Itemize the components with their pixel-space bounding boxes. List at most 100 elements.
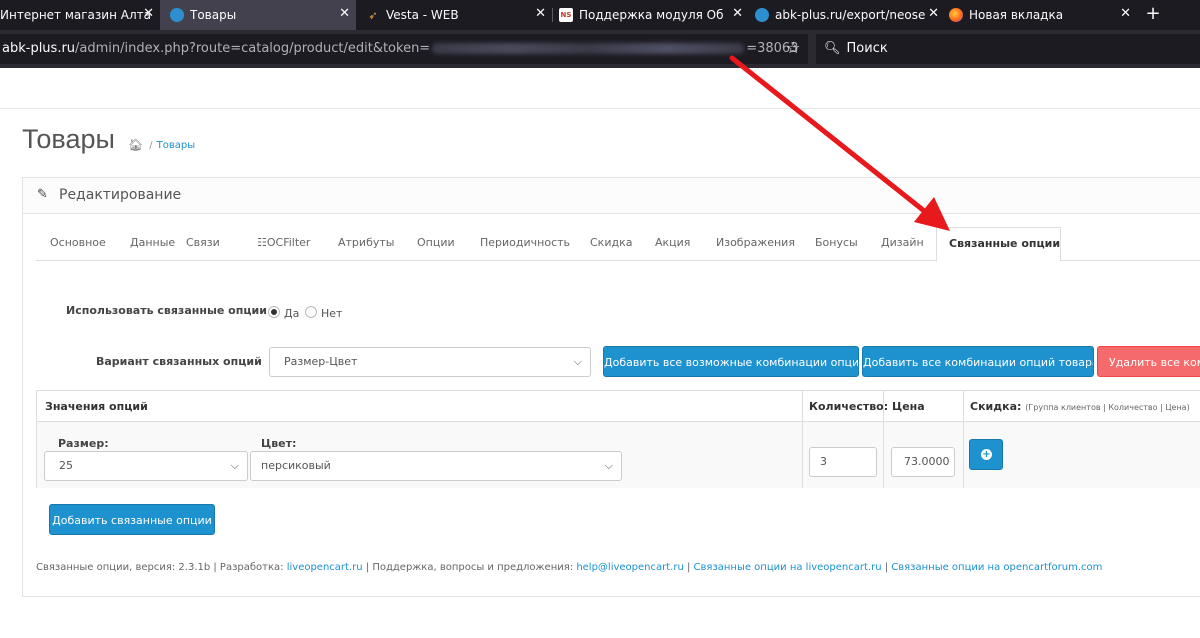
search-bar[interactable]: 🔍︎ Поиск [816, 34, 1200, 64]
pencil-icon: ✎ [37, 187, 48, 202]
dev-link[interactable]: liveopencart.ru [287, 562, 363, 573]
size-select[interactable]: 25 ⌵ [44, 451, 248, 481]
tab-discount[interactable]: Скидка [590, 236, 632, 249]
footer-separator: | [881, 562, 892, 573]
close-icon[interactable]: ✕ [1120, 7, 1131, 21]
tab-ocfilter-label: OCFilter [266, 236, 311, 249]
page-title: Товары [22, 124, 115, 154]
col-discount-note: (Группа клиентов | Количество | Цена) [1025, 403, 1190, 412]
col-divider [802, 391, 803, 488]
col-divider [883, 391, 884, 488]
search-placeholder: Поиск [846, 41, 888, 56]
browser-tab[interactable]: Новая вкладка ✕ [945, 0, 1137, 30]
browser-tab[interactable]: ➶ Vesta - WEB ✕ [356, 0, 552, 30]
radio-no[interactable] [305, 306, 317, 318]
size-select-value: 25 [59, 459, 73, 472]
chevron-down-icon: ⌵ [573, 355, 582, 368]
bookmark-star-icon[interactable]: ☆ [786, 38, 800, 57]
col-values-header: Значения опций [45, 400, 148, 413]
breadcrumb-separator: / [149, 139, 153, 151]
close-icon[interactable]: ✕ [535, 7, 546, 21]
quantity-input[interactable]: 3 [809, 447, 877, 477]
home-icon[interactable]: 🏠︎ [128, 138, 143, 152]
search-icon: 🔍︎ [824, 41, 841, 56]
chevron-down-icon: ⌵ [230, 459, 239, 472]
url-path: /admin/index.php?route=catalog/product/e… [75, 41, 431, 56]
col-quantity-header: Количество: [809, 400, 889, 413]
footer-separator: | [683, 562, 694, 573]
url-bar[interactable]: abk-plus.ru/admin/index.php?route=catalo… [0, 34, 808, 64]
table-header: Значения опций Количество: Цена Скидка: … [37, 391, 1200, 422]
module-footer: Связанные опции, версия: 2.3.1b | Разраб… [36, 562, 1102, 573]
price-input[interactable]: 73.0000 [891, 447, 955, 477]
variant-select-value: Размер-Цвет [284, 355, 358, 368]
chevron-down-icon: ⌵ [604, 459, 613, 472]
col-discount-header: Скидка: (Группа клиентов | Количество | … [970, 400, 1190, 413]
opencart-favicon-icon [170, 8, 184, 22]
color-select[interactable]: персиковый ⌵ [250, 451, 622, 481]
tab-title: Новая вкладка [969, 8, 1064, 22]
radio-yes-label: Да [284, 307, 300, 320]
panel-title: Редактирование [59, 187, 182, 203]
tab-general[interactable]: Основное [50, 236, 106, 249]
header-divider [0, 108, 1200, 109]
product-tabs: Основное Данные Связи ☷OCFilter Атрибуты… [36, 227, 1200, 262]
redacted-token [432, 43, 745, 54]
browser-tab-active[interactable]: Товары ✕ [160, 0, 356, 30]
tab-recurring[interactable]: Периодичность [480, 236, 570, 249]
browser-tab[interactable]: NS Поддержка модуля Об ✕ [553, 0, 749, 30]
breadcrumb-link[interactable]: Товары [157, 140, 196, 151]
opencart-favicon-icon [755, 8, 769, 22]
panel-heading: ✎ Редактирование [23, 178, 1200, 214]
plus-icon[interactable]: + [1142, 4, 1164, 26]
radio-no-label: Нет [321, 307, 343, 320]
variant-select[interactable]: Размер-Цвет ⌵ [269, 347, 591, 377]
tab-design[interactable]: Дизайн [881, 236, 924, 249]
tab-title: Поддержка модуля Об [579, 8, 724, 22]
radio-yes[interactable] [268, 306, 280, 318]
delete-all-button[interactable]: Удалить все комбинации [1097, 346, 1200, 377]
add-discount-button[interactable]: + [969, 439, 1003, 470]
tab-data[interactable]: Данные [130, 236, 175, 249]
tab-attributes[interactable]: Атрибуты [338, 236, 394, 249]
footer-text: Связанные опции, версия: 2.3.1b | Разраб… [36, 562, 287, 573]
color-label: Цвет: [261, 437, 297, 450]
tab-related-options[interactable]: Связанные опции [936, 227, 1061, 262]
tab-reward[interactable]: Бонусы [815, 236, 858, 249]
close-icon[interactable]: ✕ [732, 7, 743, 21]
vesta-favicon-icon: ➶ [368, 8, 378, 22]
col-divider [963, 391, 964, 488]
close-icon[interactable]: ✕ [339, 7, 350, 21]
add-all-product-button[interactable]: Добавить все комбинации опций товара [862, 346, 1094, 377]
filter-icon: ☷ [257, 236, 267, 249]
firefox-favicon-icon [949, 8, 963, 22]
add-related-options-button[interactable]: Добавить связанные опции [49, 504, 215, 535]
opencartforum-link[interactable]: Связанные опции на opencartforum.com [891, 562, 1102, 573]
tab-title: abk-plus.ru/export/neose [775, 8, 926, 22]
email-link[interactable]: help@liveopencart.ru [576, 562, 684, 573]
tab-ocfilter[interactable]: ☷OCFilter [257, 236, 310, 249]
size-label: Размер: [58, 437, 109, 450]
tab-title: Vesta - WEB [386, 8, 459, 22]
tab-options[interactable]: Опции [417, 236, 455, 249]
breadcrumb: 🏠︎ / Товары [128, 138, 195, 152]
browser-tab[interactable]: abk-plus.ru/export/neose ✕ [749, 0, 945, 30]
close-icon[interactable]: ✕ [928, 7, 939, 21]
color-select-value: персиковый [261, 459, 331, 472]
liveopencart-link[interactable]: Связанные опции на liveopencart.ru [694, 562, 882, 573]
ns-favicon-icon: NS [559, 8, 573, 22]
browser-tab[interactable]: Интернет магазин Алта ✕ [0, 0, 160, 30]
close-icon[interactable]: ✕ [143, 7, 154, 21]
tab-special[interactable]: Акция [655, 236, 690, 249]
browser-nav-bar: abk-plus.ru/admin/index.php?route=catalo… [0, 30, 1200, 68]
use-related-label: Использовать связанные опции [66, 304, 267, 317]
tab-links[interactable]: Связи [186, 236, 220, 249]
browser-tab-bar: Интернет магазин Алта ✕ Товары ✕ ➶ Vesta… [0, 0, 1200, 30]
tab-title: Интернет магазин Алта [0, 8, 151, 22]
add-all-possible-button[interactable]: Добавить все возможные комбинации опций [603, 346, 859, 377]
tab-title: Товары [190, 8, 237, 22]
footer-text: | Поддержка, вопросы и предложения: [362, 562, 577, 573]
variant-label: Вариант связанных опций [96, 355, 262, 368]
col-price-header: Цена [892, 400, 925, 413]
tab-images[interactable]: Изображения [716, 236, 795, 249]
